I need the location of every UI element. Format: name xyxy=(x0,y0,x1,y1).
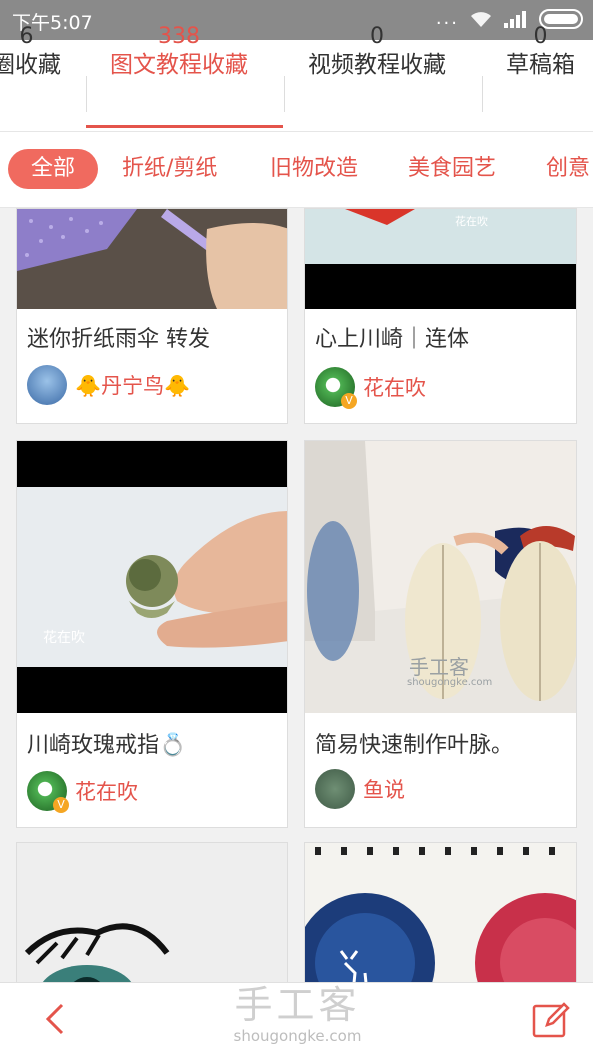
app-logo: 手工客 shougongke.com xyxy=(230,983,365,1045)
tutorial-card[interactable]: 花在吹 川崎玫瑰戒指💍 V 花在吹 xyxy=(16,440,288,828)
tutorial-card[interactable]: 迷你折纸雨伞 转发 🐥丹宁鸟🐥 xyxy=(16,208,288,424)
author-name: 花在吹 xyxy=(363,376,426,400)
card-title: 川崎玫瑰戒指💍 xyxy=(27,733,187,758)
divider xyxy=(86,76,87,112)
tutorial-thumbnail: 花在吹 xyxy=(305,209,576,309)
collection-tabs xyxy=(0,40,593,132)
divider xyxy=(482,76,483,112)
tab-count: 6 xyxy=(19,24,34,49)
card-title: 简易快速制作叶脉。 xyxy=(315,733,514,758)
card-author[interactable]: 鱼说 xyxy=(315,769,405,809)
edit-icon[interactable] xyxy=(531,999,571,1039)
tab-circle-collections[interactable]: 6 圈收藏 xyxy=(0,24,61,80)
tab-label: 视频教程收藏 xyxy=(308,52,446,78)
image-watermark-url: shougongke.com xyxy=(407,677,493,688)
tutorial-card[interactable]: 手工客 shougongke.com 简易快速制作叶脉。 鱼说 xyxy=(304,440,577,828)
tutorial-thumbnail: 手工客 shougongke.com xyxy=(305,441,576,713)
category-upcycle[interactable]: 旧物改造 xyxy=(270,154,358,184)
avatar: V xyxy=(27,771,69,813)
card-author[interactable]: 🐥丹宁鸟🐥 xyxy=(27,365,190,405)
status-bar: 下午5:07 ... xyxy=(0,0,593,40)
avatar xyxy=(315,769,355,809)
logo-text: 手工客 xyxy=(234,983,361,1027)
tab-count: 338 xyxy=(158,24,200,49)
tutorial-thumbnail xyxy=(17,209,287,309)
verified-badge-icon: V xyxy=(53,797,69,813)
tab-count: 0 xyxy=(533,24,548,49)
image-watermark: 花在吹 xyxy=(455,215,488,228)
tab-label: 圈收藏 xyxy=(0,52,61,78)
tutorial-thumbnail: 花在吹 xyxy=(17,441,287,713)
category-creative[interactable]: 创意 xyxy=(546,154,590,184)
category-filter-bar: 全部 折纸/剪纸 旧物改造 美食园艺 创意 xyxy=(0,132,593,208)
tab-tutorial-collections[interactable]: 338 图文教程收藏 xyxy=(110,24,248,80)
category-all[interactable]: 全部 xyxy=(8,149,98,189)
tab-video-collections[interactable]: 0 视频教程收藏 xyxy=(308,24,446,80)
active-tab-underline xyxy=(86,125,283,128)
category-food-garden[interactable]: 美食园艺 xyxy=(408,154,496,184)
avatar xyxy=(27,365,67,405)
card-title: 心上川崎｜连体 xyxy=(315,327,470,352)
image-watermark: 手工客 xyxy=(409,655,469,679)
logo-url: shougongke.com xyxy=(233,1027,362,1045)
bottom-toolbar: 手工客 shougongke.com xyxy=(0,982,593,1054)
wifi-icon xyxy=(471,12,491,27)
category-origami[interactable]: 折纸/剪纸 xyxy=(122,154,217,184)
tab-drafts[interactable]: 0 草稿箱 xyxy=(506,24,575,80)
divider xyxy=(284,76,285,112)
tab-label: 草稿箱 xyxy=(506,52,575,78)
card-author[interactable]: V 花在吹 xyxy=(27,771,138,813)
back-icon[interactable] xyxy=(38,1001,74,1037)
tutorial-card[interactable]: 花在吹 心上川崎｜连体 V 花在吹 xyxy=(304,208,577,424)
tab-label: 图文教程收藏 xyxy=(110,52,248,78)
author-name: 🐥丹宁鸟🐥 xyxy=(75,374,191,398)
card-title: 迷你折纸雨伞 转发 xyxy=(27,327,210,352)
tab-count: 0 xyxy=(370,24,384,49)
avatar: V xyxy=(315,367,357,409)
card-author[interactable]: V 花在吹 xyxy=(315,367,426,409)
author-name: 花在吹 xyxy=(75,780,138,804)
image-watermark: 花在吹 xyxy=(43,630,85,646)
author-name: 鱼说 xyxy=(363,778,405,802)
verified-badge-icon: V xyxy=(341,393,357,409)
